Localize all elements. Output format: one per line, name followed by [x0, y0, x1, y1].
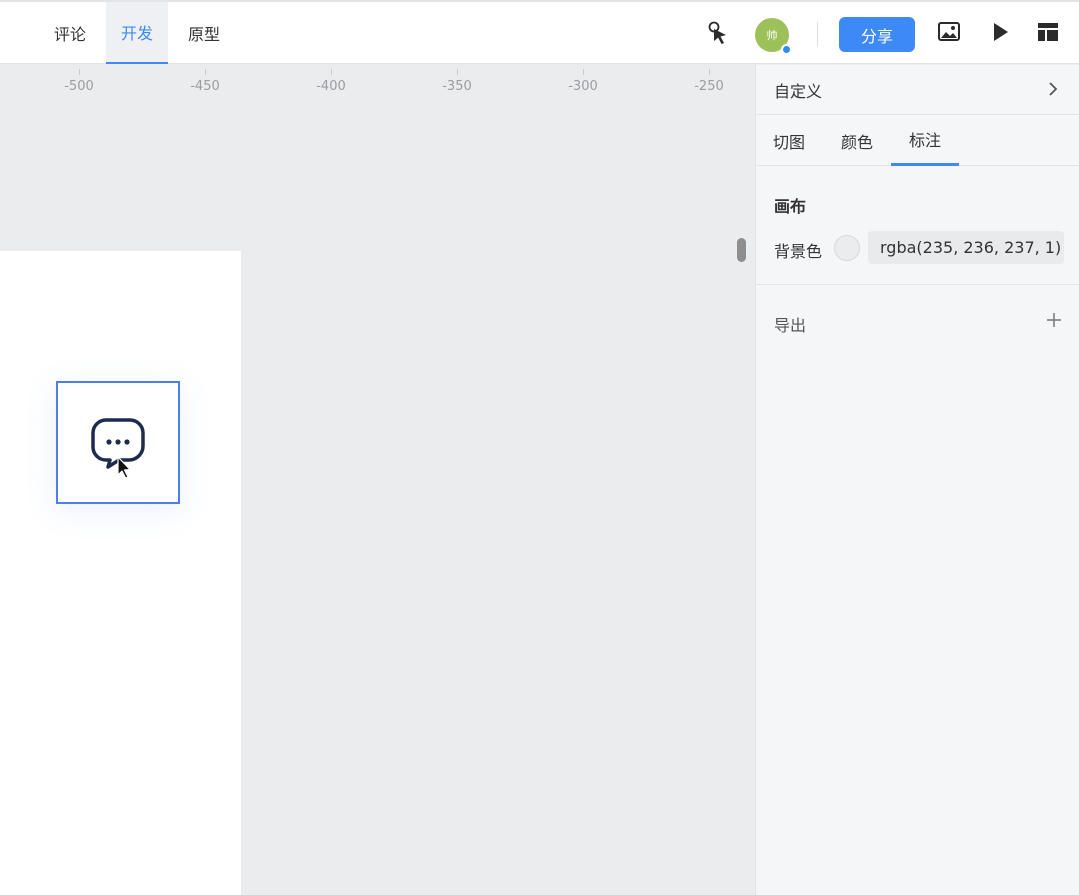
- inspector-tabs: 切图 颜色 标注: [756, 115, 1079, 166]
- pointer-hand-icon[interactable]: [705, 20, 731, 46]
- ruler-tick: -500: [64, 79, 94, 94]
- selected-layer[interactable]: [56, 381, 180, 504]
- avatar-initial: 帅: [766, 29, 778, 42]
- tab-annotations[interactable]: 标注: [891, 115, 959, 166]
- ruler-tick: -250: [694, 79, 724, 94]
- online-status-dot: [781, 44, 792, 55]
- inspector-panel: 自定义 切图 颜色 标注 画布 背景色 rgba(235, 236, 237, …: [755, 65, 1079, 895]
- tab-comment[interactable]: 评论: [36, 2, 104, 64]
- canvas-section-title: 画布: [774, 197, 807, 216]
- ruler-tick: -300: [568, 79, 598, 94]
- design-canvas[interactable]: -500 -450 -400 -350 -300 -250: [0, 65, 755, 895]
- toolbar-divider: [817, 22, 818, 46]
- message-more-icon: [91, 418, 145, 479]
- play-icon[interactable]: [988, 20, 1014, 46]
- panel-header[interactable]: 自定义: [756, 65, 1079, 115]
- background-color-label: 背景色: [774, 242, 823, 261]
- background-color-swatch[interactable]: [834, 235, 860, 261]
- export-label: 导出: [774, 316, 807, 335]
- panel-header-label: 自定义: [774, 81, 823, 101]
- ruler-tick: -350: [442, 79, 472, 94]
- ruler-tick: -450: [190, 79, 220, 94]
- chevron-right-icon[interactable]: [1044, 80, 1062, 98]
- layout-icon[interactable]: [1036, 20, 1062, 46]
- vertical-scrollbar-handle[interactable]: [737, 238, 746, 262]
- horizontal-ruler: -500 -450 -400 -350 -300 -250: [0, 65, 755, 105]
- top-toolbar: 评论 开发 原型 帅 分享: [0, 0, 1079, 64]
- tab-slices[interactable]: 切图: [758, 115, 820, 166]
- image-icon[interactable]: [937, 20, 963, 46]
- avatar[interactable]: 帅: [755, 18, 792, 55]
- tab-colors[interactable]: 颜色: [826, 115, 888, 166]
- share-button[interactable]: 分享: [839, 17, 915, 52]
- artboard[interactable]: [0, 251, 241, 895]
- ruler-tick: -400: [316, 79, 346, 94]
- add-icon[interactable]: [1045, 311, 1063, 329]
- tab-prototype[interactable]: 原型: [170, 2, 238, 64]
- tab-develop[interactable]: 开发: [106, 2, 168, 64]
- section-divider: [756, 284, 1079, 285]
- background-color-value[interactable]: rgba(235, 236, 237, 1): [868, 231, 1064, 264]
